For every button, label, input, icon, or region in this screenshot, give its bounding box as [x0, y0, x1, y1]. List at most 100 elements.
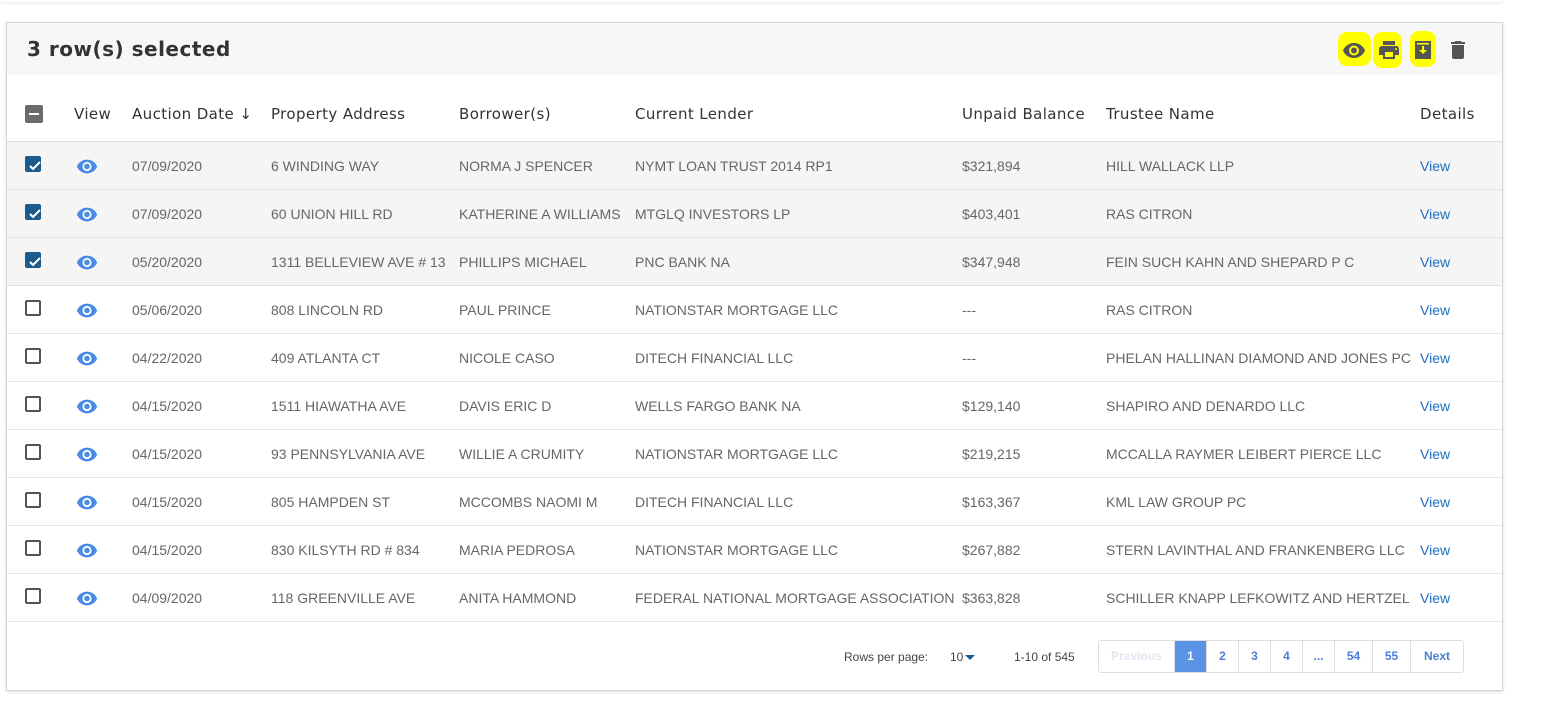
table-row[interactable]: 04/15/2020 830 KILSYTH RD # 834 MARIA PEDR… [7, 526, 1502, 574]
borrower-cell: NORMA J SPENCER [459, 158, 593, 174]
details-link[interactable]: View [1420, 158, 1450, 174]
unpaid-balance-cell: $403,401 [962, 206, 1021, 222]
page-button[interactable]: 2 [1207, 641, 1239, 672]
rows-per-page-select[interactable]: 10 [950, 650, 963, 664]
view-row-button[interactable] [75, 347, 99, 374]
column-header-trustee-name[interactable]: Trustee Name [1106, 105, 1215, 123]
eye-icon [76, 351, 98, 366]
current-lender-cell: FEDERAL NATIONAL MORTGAGE ASSOCIATION [635, 590, 955, 606]
column-header-current-lender[interactable]: Current Lender [635, 105, 753, 123]
auction-date-cell: 05/20/2020 [132, 254, 203, 270]
details-link[interactable]: View [1420, 350, 1450, 366]
view-row-button[interactable] [75, 299, 99, 326]
row-checkbox[interactable] [25, 492, 41, 508]
pagination-bar: Rows per page: 10 1-10 of 545 Previous 1 2… [7, 623, 1502, 689]
property-address-cell: 805 HAMPDEN ST [271, 494, 391, 510]
table-row[interactable]: 04/15/2020 1511 HIAWATHA AVE DAVIS ERIC D W… [7, 382, 1502, 430]
current-lender-cell: PNC BANK NA [635, 254, 730, 270]
eye-icon [76, 399, 98, 414]
view-row-button[interactable] [75, 203, 99, 230]
borrower-cell: KATHERINE A WILLIAMS [459, 206, 621, 222]
row-checkbox[interactable] [25, 252, 41, 268]
row-checkbox[interactable] [25, 396, 41, 412]
view-selected-button[interactable] [1338, 32, 1371, 66]
auction-date-cell: 07/09/2020 [132, 158, 203, 174]
unpaid-balance-cell: $129,140 [962, 398, 1021, 414]
borrower-cell: MARIA PEDROSA [459, 542, 575, 558]
details-link[interactable]: View [1420, 206, 1450, 222]
download-button[interactable] [1408, 31, 1438, 67]
trustee-name-cell: KML LAW GROUP PC [1106, 494, 1247, 510]
page-button[interactable]: ... [1303, 641, 1335, 672]
row-checkbox[interactable] [25, 348, 41, 364]
unpaid-balance-cell: $363,828 [962, 590, 1021, 606]
column-header-unpaid-balance[interactable]: Unpaid Balance [962, 105, 1085, 123]
details-link[interactable]: View [1420, 398, 1450, 414]
select-all-checkbox[interactable] [25, 105, 43, 123]
property-address-cell: 118 GREENVILLE AVE [271, 590, 416, 606]
top-divider [0, 0, 1502, 2]
previous-page-button[interactable]: Previous [1099, 641, 1175, 672]
table-row[interactable]: 07/09/2020 60 UNION HILL RD KATHERINE A WI… [7, 190, 1502, 238]
property-address-cell: 830 KILSYTH RD # 834 [271, 542, 420, 558]
unpaid-balance-cell: $219,215 [962, 446, 1021, 462]
table-row[interactable]: 05/20/2020 1311 BELLEVIEW AVE # 13 PHILLIP… [7, 238, 1502, 286]
delete-button[interactable] [1443, 35, 1473, 65]
view-row-button[interactable] [75, 587, 99, 614]
view-row-button[interactable] [75, 155, 99, 182]
property-address-cell: 1511 HIAWATHA AVE [271, 398, 407, 414]
page-range-text: 1-10 of 545 [1014, 650, 1075, 664]
borrower-cell: PHILLIPS MICHAEL [459, 254, 587, 270]
view-row-button[interactable] [75, 395, 99, 422]
trustee-name-cell: MCCALLA RAYMER LEIBERT PIERCE LLC [1106, 446, 1382, 462]
view-row-button[interactable] [75, 251, 99, 278]
row-checkbox[interactable] [25, 540, 41, 556]
table-row[interactable]: 04/15/2020 805 HAMPDEN ST MCCOMBS NAOMI M D… [7, 478, 1502, 526]
view-row-button[interactable] [75, 443, 99, 470]
row-checkbox[interactable] [25, 204, 41, 220]
column-header-property-address[interactable]: Property Address [271, 105, 405, 123]
details-link[interactable]: View [1420, 302, 1450, 318]
chevron-down-icon[interactable] [965, 655, 975, 660]
view-row-button[interactable] [75, 491, 99, 518]
table-row[interactable]: 07/09/2020 6 WINDING WAY NORMA J SPENCER NY… [7, 142, 1502, 190]
table-row[interactable]: 04/22/2020 409 ATLANTA CT NICOLE CASO DITEC… [7, 334, 1502, 382]
unpaid-balance-cell: $267,882 [962, 542, 1021, 558]
page-button[interactable]: 55 [1373, 641, 1411, 672]
unpaid-balance-cell: --- [962, 350, 976, 366]
selection-toolbar: 3 row(s) selected [7, 23, 1502, 75]
eye-icon [76, 159, 98, 174]
page-button[interactable]: 3 [1239, 641, 1271, 672]
trustee-name-cell: STERN LAVINTHAL AND FRANKENBERG LLC [1106, 542, 1405, 558]
details-link[interactable]: View [1420, 542, 1450, 558]
column-header-details: Details [1420, 105, 1475, 123]
details-link[interactable]: View [1420, 254, 1450, 270]
auction-date-cell: 04/15/2020 [132, 542, 203, 558]
table-row[interactable]: 05/06/2020 808 LINCOLN RD PAUL PRINCE NATIO… [7, 286, 1502, 334]
view-row-button[interactable] [75, 539, 99, 566]
details-link[interactable]: View [1420, 494, 1450, 510]
row-checkbox[interactable] [25, 300, 41, 316]
column-header-borrowers[interactable]: Borrower(s) [459, 105, 551, 123]
next-page-button[interactable]: Next [1411, 641, 1463, 672]
eye-icon [1343, 43, 1365, 58]
borrower-cell: PAUL PRINCE [459, 302, 551, 318]
eye-icon [76, 495, 98, 510]
row-checkbox[interactable] [25, 588, 41, 604]
table-row[interactable]: 04/09/2020 118 GREENVILLE AVE ANITA HAMMON… [7, 574, 1502, 622]
print-button[interactable] [1373, 32, 1404, 68]
pagination: Previous 1 2 3 4... 54 55 Next [1098, 640, 1464, 673]
page-button[interactable]: 4 [1271, 641, 1303, 672]
page-button[interactable]: 1 [1175, 641, 1207, 672]
checkmark-icon [29, 161, 41, 171]
row-checkbox[interactable] [25, 444, 41, 460]
table-row[interactable]: 04/15/2020 93 PENNSYLVANIA AVE WILLIE A CR… [7, 430, 1502, 478]
eye-icon [76, 207, 98, 222]
details-link[interactable]: View [1420, 446, 1450, 462]
eye-icon [76, 447, 98, 462]
results-table-card: 3 row(s) selected View Auction Date ↓ Pr… [6, 22, 1503, 691]
row-checkbox[interactable] [25, 156, 41, 172]
column-header-auction-date[interactable]: Auction Date ↓ [132, 105, 252, 123]
details-link[interactable]: View [1420, 590, 1450, 606]
page-button[interactable]: 54 [1335, 641, 1373, 672]
